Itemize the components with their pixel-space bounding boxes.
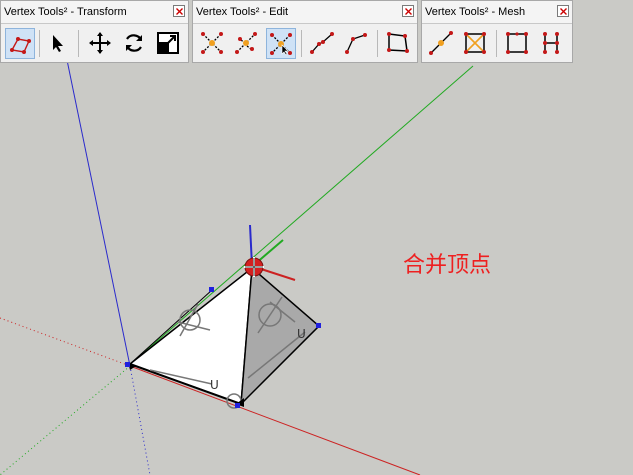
blue-axis: [66, 59, 131, 367]
scale-button[interactable]: [154, 28, 184, 59]
subdivide-edge-button[interactable]: [427, 28, 457, 59]
toolbar-edit: Vertex Tools² - Edit: [192, 0, 418, 63]
toolbar-separator: [78, 30, 79, 57]
pyramid-face-front-left[interactable]: [128, 266, 253, 406]
vertex-select-tool-icon: [10, 37, 31, 54]
red-axis: [129, 365, 421, 475]
red-axis-dotted: [0, 317, 131, 367]
toolbar-title: Vertex Tools² - Mesh: [425, 6, 526, 18]
green-axis-dotted: [0, 365, 131, 475]
triangulate-button[interactable]: [384, 28, 414, 59]
vertex-bottom[interactable]: [235, 403, 240, 408]
toolbar-separator: [301, 30, 302, 57]
toolbar-title: Vertex Tools² - Edit: [196, 6, 289, 18]
merge-vertices-button[interactable]: [198, 28, 228, 59]
move-button[interactable]: [86, 28, 116, 59]
close-button[interactable]: [557, 5, 569, 17]
axis-label-u-left: U: [210, 378, 219, 392]
grid-divide-icon: [543, 32, 559, 54]
merge-vertices-icon: [201, 32, 223, 54]
toolbar-title-bar[interactable]: Vertex Tools² - Edit: [193, 1, 417, 24]
close-button[interactable]: [173, 5, 185, 17]
close-icon: [176, 8, 183, 15]
grid-divide-button[interactable]: [537, 28, 567, 59]
toolbar-transform: Vertex Tools² - Transform: [0, 0, 189, 63]
connect-edges-icon: [310, 32, 334, 54]
select-arrow-icon: [53, 35, 63, 52]
move-icon: [89, 32, 111, 54]
triangulate-quad-icon: [464, 32, 486, 54]
scale-icon: [157, 32, 179, 54]
divide-face-icon: [506, 32, 528, 54]
close-button[interactable]: [402, 5, 414, 17]
close-icon: [560, 8, 567, 15]
toolbar-separator: [496, 30, 497, 57]
triangulate-quad-button[interactable]: [461, 28, 491, 59]
triangulate-icon: [387, 32, 409, 53]
vertex-select-tool-button[interactable]: [5, 28, 35, 59]
axis-label-u-right: U: [297, 327, 306, 341]
pyramid-face-front-right[interactable]: [240, 266, 321, 406]
insert-vertex-button[interactable]: [342, 28, 372, 59]
toolbar-separator: [377, 30, 378, 57]
vertex-right[interactable]: [316, 323, 321, 328]
close-icon: [405, 8, 412, 15]
toolbar-separator: [39, 30, 40, 57]
vertex-left[interactable]: [125, 362, 130, 367]
toolbar-title: Vertex Tools² - Transform: [4, 6, 127, 18]
connect-edges-button[interactable]: [308, 28, 338, 59]
merge-vertices-annotation: 合并顶点: [403, 253, 492, 278]
3d-viewport[interactable]: U U: [0, 0, 633, 475]
insert-vertex-icon: [345, 33, 367, 54]
vertex-back[interactable]: [209, 287, 214, 292]
merge-to-midpoint-button[interactable]: [232, 28, 262, 59]
subdivide-edge-icon: [429, 31, 453, 55]
toolbar-mesh: Vertex Tools² - Mesh: [421, 0, 573, 63]
divide-face-button[interactable]: [503, 28, 533, 59]
merge-to-target-button[interactable]: [266, 28, 296, 59]
merge-to-midpoint-icon: [235, 32, 257, 54]
select-button[interactable]: [43, 28, 73, 59]
toolbar-title-bar[interactable]: Vertex Tools² - Mesh: [422, 1, 572, 24]
blue-axis-dotted: [129, 365, 151, 475]
toolbar-title-bar[interactable]: Vertex Tools² - Transform: [1, 1, 188, 24]
rotate-icon: [126, 34, 142, 52]
merge-to-target-icon: [270, 33, 292, 56]
rotate-button[interactable]: [120, 28, 150, 59]
